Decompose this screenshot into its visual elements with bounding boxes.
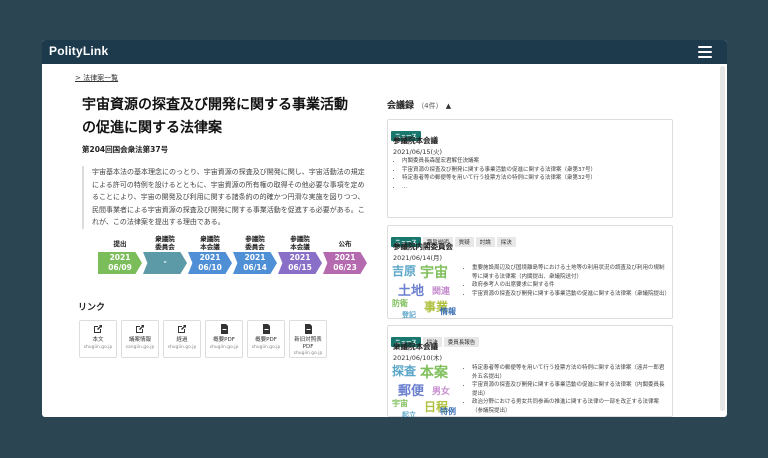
timeline-step: 衆議院 委員会 - xyxy=(143,235,187,280)
external-link-icon xyxy=(93,324,103,334)
hamburger-menu-icon[interactable] xyxy=(698,46,712,58)
agenda-item: 宇宙資源の探査及び開発に関する事業活動の促進に関する法律案（衆議院提出） xyxy=(472,290,670,299)
link-label: 概要PDF xyxy=(255,337,277,343)
timeline-step: 衆議院 本会議 2021 06/10 xyxy=(188,235,232,280)
timeline-step: 公布 2021 06/23 xyxy=(323,235,367,280)
page-title: 宇宙資源の探査及び開発に関する事業活動の促進に関する法律案 xyxy=(82,97,348,136)
word-cloud-term: 特例 xyxy=(440,407,456,416)
word-cloud: 吉原 宇宙 土地 関連 防衛 事業 登記 情報 xyxy=(392,262,462,318)
link-card[interactable]: 議案情報 sangiin.go.jp xyxy=(121,320,159,358)
link-domain: shugiin.go.jp xyxy=(251,344,281,350)
timeline-step-label: 参議院 本会議 xyxy=(290,235,310,251)
meeting-date: 2021/06/15(火) xyxy=(393,148,443,156)
chevron-up-icon[interactable]: ▲ xyxy=(446,102,451,110)
minutes-card[interactable]: ニュース 趣旨説明 質疑 討論 採決 参議院内閣委員会 2021/06/14(月) 吉原 宇宙土… xyxy=(387,225,673,319)
breadcrumb-bill-list[interactable]: > 法律案一覧 xyxy=(75,73,118,83)
link-label: 経過 xyxy=(176,337,188,343)
agenda-item: 宇宙資源の探査及び開発に関する事業活動の促進に関する法律案（衆第37号） xyxy=(402,166,664,175)
agenda-item: 重要施設周辺及び国境離島等における土地等の利用状況の調査及び利用の規制等に関する… xyxy=(472,264,668,281)
word-cloud-term: 探査 xyxy=(392,364,417,378)
link-domain: shugiin.go.jp xyxy=(293,351,323,356)
timeline-step-date: 2021 06/23 xyxy=(323,252,367,274)
meeting-name: 参議院内閣委員会 xyxy=(393,242,453,251)
timeline-step-date: 2021 06/10 xyxy=(188,252,232,274)
timeline-step-label: 公布 xyxy=(338,240,352,248)
browser-window: PolityLink > 法律案一覧 宇宙資源の探査及び開発に関する事業活動の促… xyxy=(42,40,727,417)
word-cloud-term: 宇宙 xyxy=(420,265,448,281)
timeline-step: 参議院 本会議 2021 06/15 xyxy=(278,235,322,280)
meeting-date: 2021/06/10(木) xyxy=(393,354,443,362)
link-domain: shugiin.go.jp xyxy=(167,344,197,350)
external-link-icon xyxy=(177,324,187,334)
topic-tag: 質疑 xyxy=(454,237,474,247)
agenda-item: 特定患者等の郵便等を用いて行う投票方法の特例に関する法律案（遠井一郎君外五名提出… xyxy=(472,364,668,381)
word-cloud-term: 情報 xyxy=(440,307,456,316)
topic-tag: 採決 xyxy=(496,237,516,247)
agenda-item: 内閣委員長森屋宏君解任決議案 xyxy=(402,157,664,166)
pdf-icon xyxy=(219,324,229,334)
word-cloud-term: 本案 xyxy=(420,365,448,381)
agenda-item: 政治分野における男女共同参画の推進に関する法律の一部を改正する法律案（参議院提出… xyxy=(472,398,668,415)
minutes-count: （4件） xyxy=(417,102,443,110)
word-cloud-term: 登記 xyxy=(402,311,416,318)
link-card[interactable]: 概要PDF shugiin.go.jp xyxy=(247,320,285,358)
link-domain: shugiin.go.jp xyxy=(83,344,113,350)
bill-summary: 宇宙基本法の基本理念にのっとり、宇宙資源の探査及び開発に関し、宇宙活動法の規定に… xyxy=(82,166,366,229)
word-cloud-term: 郵便 xyxy=(398,384,425,399)
word-cloud-term: 吉原 xyxy=(392,264,417,278)
minutes-card[interactable]: ニュース 採決 委員長報告 衆議院本会議 2021/06/10(木) 探査 本案 郵便 男女 宇宙… xyxy=(387,325,673,417)
link-domain: sangiin.go.jp xyxy=(125,344,155,350)
minutes-card[interactable]: ニュース参議院本会議2021/06/15(火)内閣委員長森屋宏君解任決議案宇宙資… xyxy=(387,119,673,218)
agenda-item: 政府参考人の出席要求に関する件 xyxy=(472,281,668,290)
word-cloud-term: 宇宙 xyxy=(392,399,408,408)
timeline-step-label: 提出 xyxy=(113,240,127,248)
timeline-step-label: 衆議院 本会議 xyxy=(200,235,220,251)
minutes-title: 会議録 xyxy=(387,101,415,111)
external-link-icon xyxy=(135,324,145,334)
word-cloud: 探査 本案 郵便 男女 宇宙 日程 起立 特例 xyxy=(392,362,462,417)
scrollbar[interactable] xyxy=(720,66,725,411)
word-cloud-term: 関連 xyxy=(432,287,451,297)
link-card[interactable]: 経過 shugiin.go.jp xyxy=(163,320,201,358)
minutes-heading[interactable]: 会議録 （4件） ▲ xyxy=(387,98,451,111)
timeline-step: 参議院 委員会 2021 06/14 xyxy=(233,235,277,280)
word-cloud-term: 起立 xyxy=(402,411,416,417)
link-label: 新旧対照表PDF xyxy=(294,337,322,350)
agenda-item: 特定患者等の郵便等を用いて行う投票方法の特例に関する法律案（衆第32号） xyxy=(402,174,664,183)
pdf-icon xyxy=(303,324,313,334)
meeting-name: 衆議院本会議 xyxy=(393,342,438,351)
link-card[interactable]: 概要PDF shugiin.go.jp xyxy=(205,320,243,358)
pdf-icon xyxy=(261,324,271,334)
link-label: 概要PDF xyxy=(213,337,235,343)
link-label: 議案情報 xyxy=(128,337,151,343)
navbar: PolityLink xyxy=(42,40,727,64)
link-card[interactable]: 新旧対照表PDF shugiin.go.jp xyxy=(289,320,327,358)
timeline-step-date: 2021 06/09 xyxy=(98,252,142,274)
word-cloud-term: 土地 xyxy=(398,284,425,299)
agenda-item: 宇宙資源の探査及び開発に関する事業活動の促進に関する法律案（内閣委員長提出） xyxy=(472,381,668,398)
agenda-list: 内閣委員長森屋宏君解任決議案宇宙資源の探査及び開発に関する事業活動の促進に関する… xyxy=(394,157,664,191)
link-domain: shugiin.go.jp xyxy=(209,344,239,350)
word-cloud-term: 防衛 xyxy=(392,299,408,308)
topic-tag: 委員長報告 xyxy=(443,337,480,347)
topic-tag: 討論 xyxy=(475,237,495,247)
timeline-step: 提出 2021 06/09 xyxy=(98,235,142,280)
agenda-list: 重要施設周辺及び国境離島等における土地等の利用状況の調査及び利用の規制等に関する… xyxy=(464,264,670,299)
word-cloud-term: 男女 xyxy=(432,387,451,397)
meeting-date: 2021/06/14(月) xyxy=(393,254,443,262)
link-label: 本文 xyxy=(92,337,104,343)
brand-logo[interactable]: PolityLink xyxy=(49,44,108,58)
meeting-name: 参議院本会議 xyxy=(393,136,438,145)
timeline-step-date: - xyxy=(143,252,187,274)
timeline-step-label: 衆議院 委員会 xyxy=(155,235,175,251)
bill-number: 第204回国会衆法第37号 xyxy=(82,145,169,154)
agenda-item: ... xyxy=(402,183,664,192)
link-card[interactable]: 本文 shugiin.go.jp xyxy=(79,320,117,358)
links-heading: リンク xyxy=(78,303,106,313)
timeline-step-label: 参議院 委員会 xyxy=(245,235,265,251)
timeline-step-date: 2021 06/15 xyxy=(278,252,322,274)
timeline-step-date: 2021 06/14 xyxy=(233,252,277,274)
agenda-list: 特定患者等の郵便等を用いて行う投票方法の特例に関する法律案（遠井一郎君外五名提出… xyxy=(464,364,668,415)
progress-timeline: 提出 2021 06/09 衆議院 委員会 - 衆議院 本会議 2021 06/10 参議院 委員会 2… xyxy=(98,235,398,280)
